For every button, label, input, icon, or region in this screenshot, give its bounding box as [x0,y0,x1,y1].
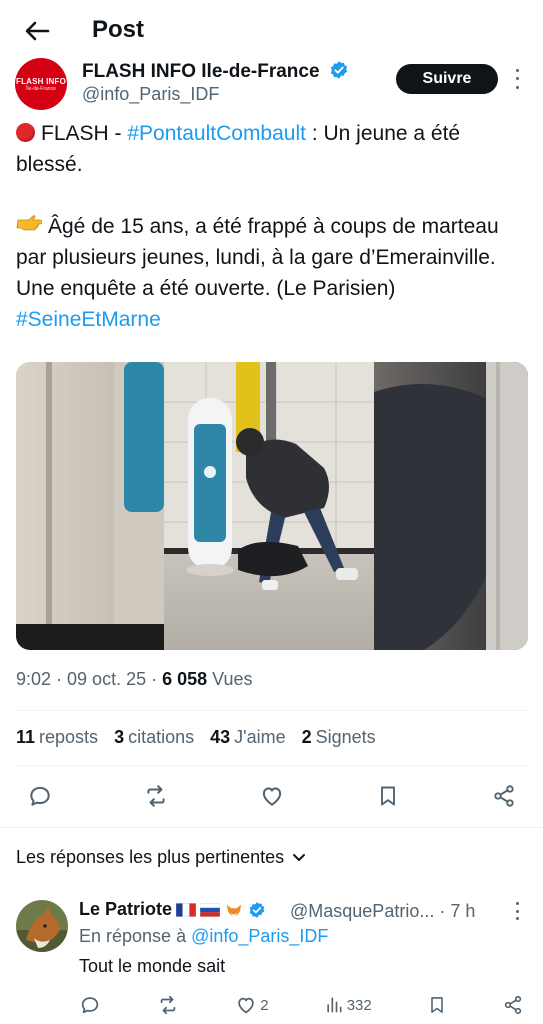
divider [16,710,528,711]
reply-author-handle[interactable]: @MasquePatrio... · 7 h [290,901,475,922]
author-avatar[interactable]: FLASH INFO Île-de-France [15,58,67,110]
reply-bookmark-button[interactable] [427,994,447,1016]
reply-like-button[interactable]: 2 [235,994,269,1016]
reply-author-name[interactable]: Le Patriote [79,899,266,920]
author-name[interactable]: FLASH INFO Ile-de-France [82,60,349,83]
bookmark-button[interactable] [370,778,406,814]
heart-icon [262,787,282,806]
russia-flag-icon [200,902,221,917]
reply-like-count: 2 [260,996,269,1014]
tweet-media-image[interactable] [16,362,528,650]
reply-avatar[interactable] [16,900,68,952]
hashtag-link[interactable]: #SeineEtMarne [16,308,161,331]
repost-button[interactable] [138,778,174,814]
tweet-meta: 9:02 · 09 oct. 25 · 6 058 Vues [16,669,253,690]
share-button[interactable] [486,778,522,814]
follow-button[interactable]: Suivre [396,64,498,94]
author-handle[interactable]: @info_Paris_IDF [82,84,219,105]
reply-more-options-button[interactable] [512,902,522,920]
in-reply-to: En réponse à @info_Paris_IDF [79,926,329,946]
comment-icon [30,786,50,806]
france-flag-icon [176,902,197,917]
stat-reposts[interactable]: 11 reposts [16,727,98,748]
tweet-actions [22,778,522,814]
hashtag-link[interactable]: #PontaultCombault [127,122,306,145]
more-dot-icon [515,77,519,81]
stat-likes[interactable]: 43 J'aime [210,727,285,748]
reply-reply-button[interactable] [79,994,101,1016]
like-button[interactable] [254,778,290,814]
share-icon [494,785,514,807]
red-circle-emoji-icon [16,123,35,142]
heart-icon [238,997,254,1014]
comment-icon [81,997,99,1014]
reply-share-button[interactable] [502,994,524,1016]
back-button[interactable] [20,14,54,48]
mention-link[interactable]: @info_Paris_IDF [191,926,328,946]
views-label: Vues [207,669,253,689]
more-dot-icon [515,68,519,72]
repost-icon [147,785,165,807]
tweet-paragraph-2: Âgé de 15 ans, a été frappé à coups de m… [16,211,528,335]
stat-bookmarks[interactable]: 2 Signets [302,727,376,748]
bookmark-icon [431,997,443,1013]
fox-avatar-image [16,900,68,952]
fox-emoji-icon [227,904,242,916]
tweet-paragraph-1: FLASH - #PontaultCombault : Un jeune a é… [16,122,461,176]
page-title: Post [92,16,145,43]
reply-views-button[interactable]: 332 [324,995,372,1015]
more-options-button[interactable] [508,66,526,92]
verified-badge-icon [249,901,265,918]
tweet-text: FLASH - #PontaultCombault : Un jeune a é… [16,118,528,335]
more-dot-icon [515,86,519,90]
divider [0,827,543,828]
reply-text: Tout le monde sait [79,956,226,976]
reply-button[interactable] [22,778,58,814]
video-still-image [16,362,528,650]
top-bar [0,0,543,62]
timestamp[interactable]: 9:02 · 09 oct. 25 · [16,669,162,689]
more-dot-icon [515,902,519,905]
more-dot-icon [515,917,519,920]
verified-badge-icon [330,61,347,79]
arrow-left-icon [25,21,50,41]
engagement-stats: 11 reposts 3 citations 43 J'aime 2 Signets [16,727,376,748]
views-bar-icon [327,997,342,1013]
reply-repost-button[interactable] [156,994,180,1016]
stat-quotes[interactable]: 3 citations [114,727,194,748]
share-icon [504,995,522,1015]
bookmark-icon [381,786,395,806]
more-dot-icon [515,909,519,913]
repost-icon [160,995,176,1015]
views-count: 6 058 [162,669,208,689]
replies-sort-label: Les réponses les plus pertinentes [16,847,285,867]
chevron-down-icon [293,853,306,861]
divider [16,765,528,766]
replies-sort-dropdown[interactable]: Les réponses les plus pertinentes [16,847,306,868]
reply-actions: 2 332 [79,992,524,1018]
pointing-hand-emoji-icon [16,211,43,242]
avatar-logo-text: FLASH INFO [16,76,66,86]
reply-views-count: 332 [346,996,372,1014]
avatar-logo-subtext: Île-de-France [26,85,56,92]
